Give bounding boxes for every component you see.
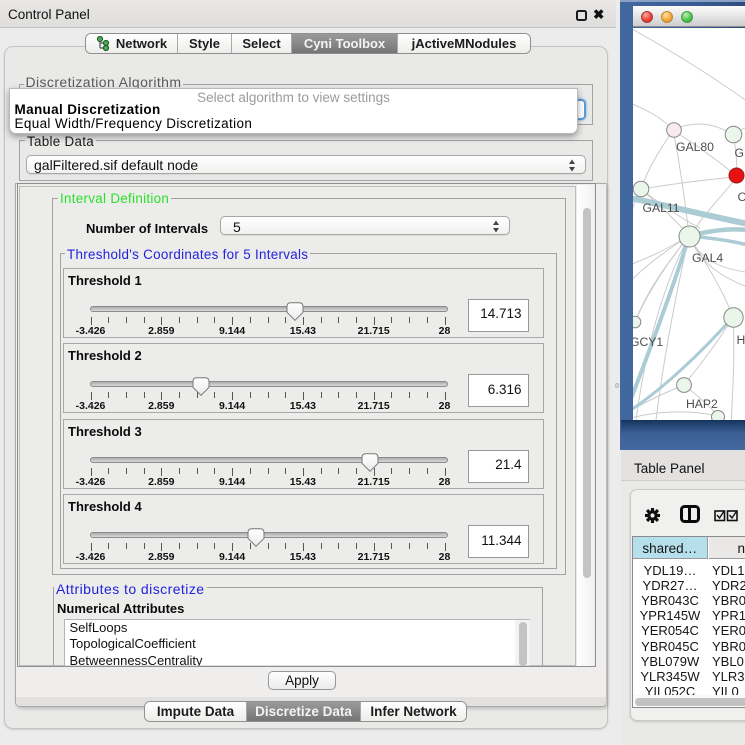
svg-text:GAL11: GAL11	[643, 201, 680, 215]
svg-text:G.: G.	[735, 146, 745, 160]
svg-text:GCY1: GCY1	[633, 335, 663, 349]
svg-text:H: H	[737, 333, 745, 347]
svg-text:GAL4: GAL4	[692, 251, 723, 265]
svg-text:GAL80: GAL80	[676, 140, 714, 154]
svg-text:HAP2: HAP2	[686, 397, 718, 411]
svg-text:C: C	[738, 190, 745, 204]
